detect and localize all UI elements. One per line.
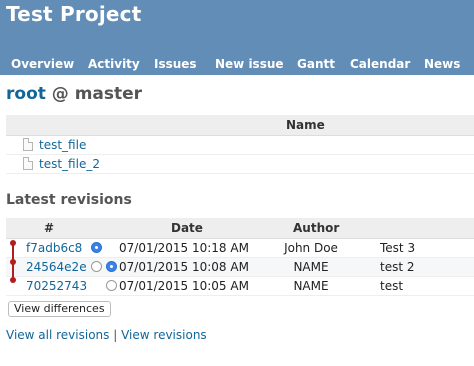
main-content: root @ master Name test_file test_file_2… xyxy=(0,75,474,366)
column-header-name[interactable]: Name xyxy=(286,118,325,132)
revision-row: 70252743 07/01/2015 10:05 AM NAME test xyxy=(6,277,474,296)
revision-comment: test xyxy=(380,279,404,293)
revision-date: 07/01/2015 10:05 AM xyxy=(119,279,249,293)
bottom-links: View all revisions | View revisions xyxy=(6,328,207,342)
main-menu: Overview Activity Issues New issue Gantt… xyxy=(0,55,474,75)
revision-author: NAME xyxy=(293,260,329,274)
file-icon xyxy=(23,157,33,170)
revision-comment: test 2 xyxy=(380,260,415,274)
view-differences-button[interactable]: View differences xyxy=(8,301,111,317)
revision-graph xyxy=(10,240,16,283)
revision-comment: Test 3 xyxy=(380,241,416,255)
files-table: Name test_file test_file_2 xyxy=(6,115,474,174)
revision-graph-node xyxy=(10,259,16,265)
revisions-table-header: # Date Author xyxy=(6,218,474,239)
files-table-header: Name xyxy=(6,115,474,136)
revision-row: 24564e2e 07/01/2015 10:08 AM NAME test 2 xyxy=(6,258,474,277)
revision-author: John Doe xyxy=(284,241,338,255)
view-all-revisions-link[interactable]: View all revisions xyxy=(6,328,109,342)
repository-separator: @ xyxy=(51,84,69,104)
revision-id-link[interactable]: 24564e2e xyxy=(26,260,87,274)
file-row: test_file xyxy=(6,136,474,155)
column-header-id: # xyxy=(44,221,55,235)
view-revisions-link[interactable]: View revisions xyxy=(121,328,207,342)
revision-id-link[interactable]: f7adb6c8 xyxy=(26,241,82,255)
revisions-table: # Date Author f7adb6c8 07/01/2015 10:18 … xyxy=(6,218,474,296)
revision-to-radio[interactable] xyxy=(106,280,117,291)
revision-to-radio[interactable] xyxy=(106,261,117,272)
column-header-author: Author xyxy=(293,221,340,235)
file-row: test_file_2 xyxy=(6,155,474,174)
menu-item-news[interactable]: News xyxy=(424,57,460,71)
repository-branch: master xyxy=(74,84,143,104)
links-separator: | xyxy=(113,328,118,342)
latest-revisions-title: Latest revisions xyxy=(6,192,132,208)
revision-author: NAME xyxy=(293,279,329,293)
repository-title: root @ master xyxy=(6,84,142,104)
menu-item-issues[interactable]: Issues xyxy=(154,57,197,71)
repository-root-link[interactable]: root xyxy=(6,84,46,104)
revision-date: 07/01/2015 10:08 AM xyxy=(119,260,249,274)
revision-from-radio[interactable] xyxy=(91,261,102,272)
header: Test Project Overview Activity Issues Ne… xyxy=(0,0,474,75)
project-title[interactable]: Test Project xyxy=(6,2,141,26)
revision-date: 07/01/2015 10:18 AM xyxy=(119,241,249,255)
revision-id-link[interactable]: 70252743 xyxy=(26,279,87,293)
file-link[interactable]: test_file_2 xyxy=(39,157,100,171)
menu-item-new-issue[interactable]: New issue xyxy=(215,57,284,71)
menu-item-activity[interactable]: Activity xyxy=(88,57,140,71)
column-header-date: Date xyxy=(171,221,203,235)
revision-row: f7adb6c8 07/01/2015 10:18 AM John Doe Te… xyxy=(6,239,474,258)
file-icon xyxy=(23,138,33,151)
revision-graph-node xyxy=(10,277,16,283)
revision-from-radio[interactable] xyxy=(91,242,102,253)
file-link[interactable]: test_file xyxy=(39,138,86,152)
menu-item-gantt[interactable]: Gantt xyxy=(297,57,335,71)
revision-graph-node xyxy=(10,240,16,246)
menu-item-overview[interactable]: Overview xyxy=(11,57,74,71)
menu-item-calendar[interactable]: Calendar xyxy=(350,57,410,71)
